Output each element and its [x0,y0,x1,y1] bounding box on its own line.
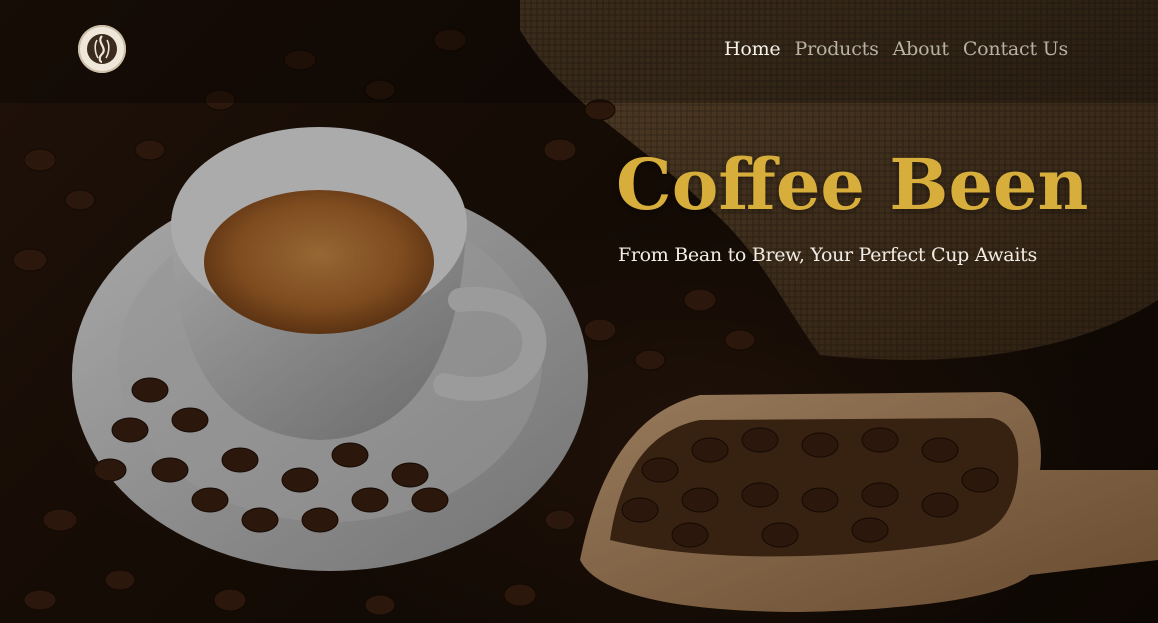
nav-item-contact-us[interactable]: Contact Us [963,38,1068,60]
main-nav: Home Products About Contact Us [724,38,1068,60]
coffee-bean-logo-icon[interactable] [78,25,126,73]
coffee-bean-icon [87,34,117,64]
nav-item-home[interactable]: Home [724,38,781,60]
site-header: Home Products About Contact Us [0,0,1158,103]
hero-tagline: From Bean to Brew, Your Perfect Cup Awai… [618,244,1037,266]
nav-item-products[interactable]: Products [794,38,878,60]
hero-section: Home Products About Contact Us Coffee Be… [0,0,1158,623]
hero-title: Coffee Been [616,143,1089,226]
nav-item-about[interactable]: About [893,38,949,60]
